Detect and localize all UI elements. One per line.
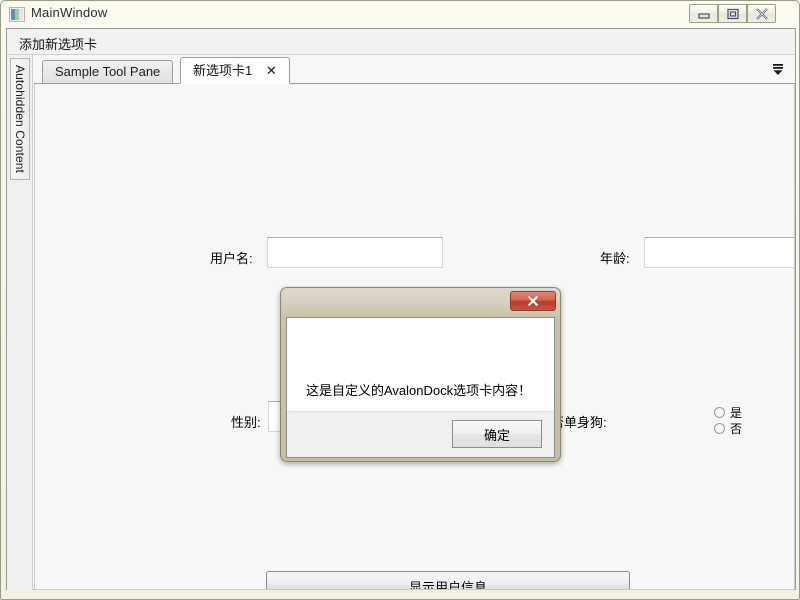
username-input[interactable] — [267, 237, 443, 268]
tab-sample-tool-pane[interactable]: Sample Tool Pane — [42, 60, 174, 83]
close-icon — [755, 7, 768, 20]
minimize-icon — [697, 12, 710, 19]
show-user-info-button[interactable]: 显示用户信息 — [266, 571, 630, 589]
window-titlebar: MainWindow — [1, 1, 800, 28]
tab-content-panel: 用户名: 年龄: 性别: 是否单身狗: 是 否 显示用户信息 这是自定义的Ava… — [34, 84, 795, 590]
gender-label: 性别: — [231, 415, 261, 430]
autohide-tab-label: Autohidden Content — [13, 65, 27, 173]
dock-area: Sample Tool Pane 新选项卡1 ✕ 用户名: 年龄: 性别: 是否… — [34, 55, 795, 590]
dialog-ok-button[interactable]: 确定 — [452, 420, 542, 448]
message-dialog: 这是自定义的AvalonDock选项卡内容！ 确定 — [280, 287, 561, 462]
radio-button-icon — [714, 423, 725, 434]
maximize-button[interactable] — [718, 4, 747, 23]
maximize-icon — [726, 8, 739, 19]
username-label: 用户名: — [210, 251, 253, 266]
window-title: MainWindow — [31, 5, 108, 20]
autohide-strip: Autohidden Content — [7, 55, 33, 590]
autohide-tab-autohidden-content[interactable]: Autohidden Content — [10, 58, 30, 180]
radio-single-no[interactable]: 否 — [714, 420, 742, 437]
radio-single-yes[interactable]: 是 — [714, 404, 742, 421]
tab-list-dropdown-icon[interactable] — [769, 61, 787, 79]
dock-tabstrip: Sample Tool Pane 新选项卡1 ✕ — [34, 55, 795, 84]
close-icon — [527, 295, 539, 307]
menu-item-add-new-tab[interactable]: 添加新选项卡 — [15, 33, 101, 54]
minimize-button[interactable] — [689, 4, 718, 23]
tab-label: 新选项卡1 — [193, 63, 253, 78]
dialog-titlebar — [281, 288, 560, 316]
client-area: 添加新选项卡 Autohidden Content Sample Tool Pa… — [6, 28, 796, 590]
tab-label: Sample Tool Pane — [55, 64, 161, 79]
dialog-body: 这是自定义的AvalonDock选项卡内容！ 确定 — [286, 317, 555, 458]
tab-list-dropdown-glyph — [773, 64, 783, 75]
application-window-icon — [9, 7, 25, 22]
dialog-close-button[interactable] — [510, 291, 556, 311]
radio-label: 否 — [730, 422, 743, 436]
dialog-footer: 确定 — [287, 411, 554, 457]
tab-close-icon[interactable]: ✕ — [266, 58, 277, 83]
radio-button-icon — [714, 407, 725, 418]
radio-label: 是 — [730, 406, 743, 420]
age-input[interactable] — [644, 237, 794, 268]
close-button[interactable] — [747, 4, 776, 23]
main-window: MainWindow 添加新选项卡 Autohidden Content Sam… — [0, 0, 800, 600]
tab-new-tab-1[interactable]: 新选项卡1 ✕ — [180, 57, 290, 84]
menu-bar: 添加新选项卡 — [7, 29, 795, 55]
age-label: 年龄: — [600, 251, 630, 266]
dialog-message: 这是自定义的AvalonDock选项卡内容！ — [306, 383, 532, 398]
